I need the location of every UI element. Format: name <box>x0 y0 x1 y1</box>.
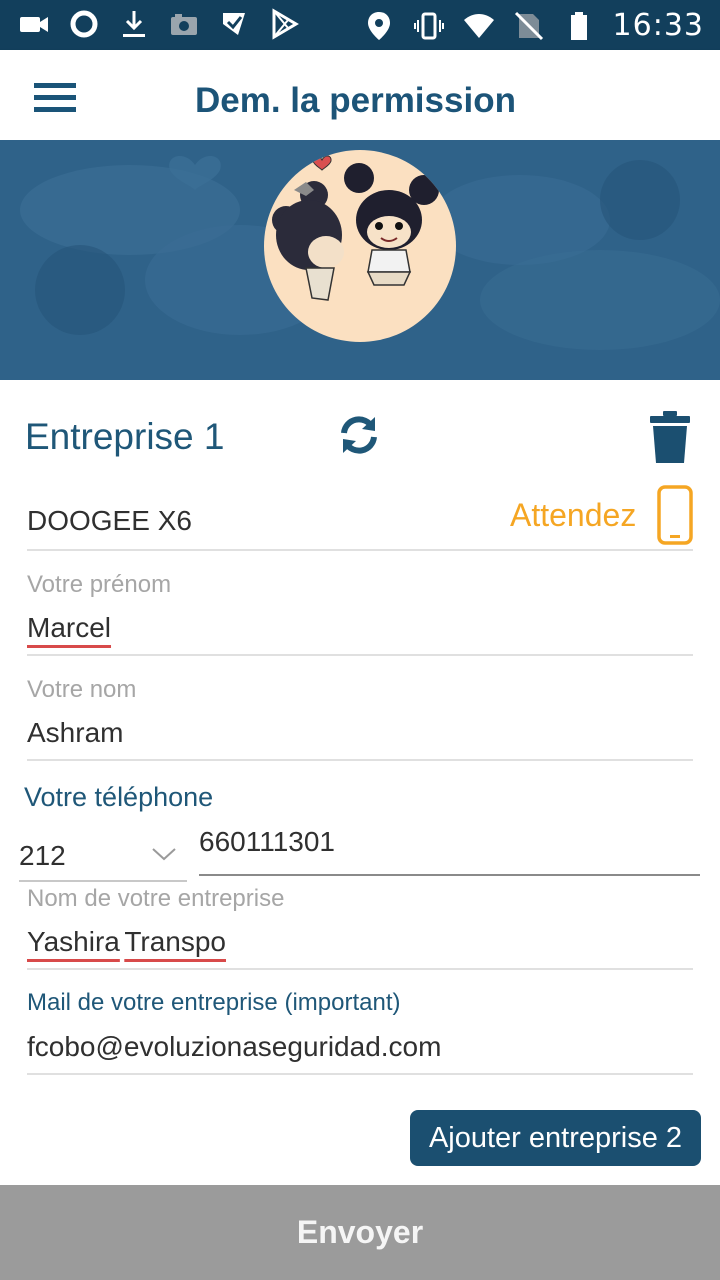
trash-icon[interactable] <box>650 410 690 464</box>
company-name-label: Nom de votre entreprise <box>27 885 285 912</box>
send-button[interactable]: Envoyer <box>0 1185 720 1280</box>
system-icons: 16:33 <box>363 8 704 43</box>
first-name-value: Marcel <box>27 612 112 643</box>
company-name-word2: Transpo <box>124 926 226 957</box>
vibrate-icon <box>413 12 444 39</box>
phone-number-value: 660111301 <box>199 826 335 857</box>
last-name-field[interactable]: Ashram <box>27 717 693 761</box>
chevron-down-icon <box>152 848 176 861</box>
avatar[interactable] <box>264 150 456 342</box>
page-title: Dem. la permission <box>195 81 516 120</box>
smartphone-icon <box>657 485 693 545</box>
phone-number-field[interactable]: 660111301 <box>199 826 700 876</box>
country-code-select[interactable]: 212 <box>19 836 187 882</box>
camera-icon <box>171 14 197 35</box>
last-name-value: Ashram <box>27 717 124 748</box>
wifi-icon <box>463 13 494 38</box>
company-email-field[interactable]: fcobo@evoluzionaseguridad.com <box>27 1031 693 1075</box>
hamburger-menu-icon[interactable] <box>34 83 76 113</box>
device-name: DOOGEE X6 <box>27 505 192 536</box>
notification-icons <box>18 8 300 40</box>
last-name-label: Votre nom <box>27 676 137 703</box>
battery-icon <box>570 11 587 40</box>
company-name-field[interactable]: Yashira Transpo <box>27 926 693 970</box>
status-time: 16:33 <box>612 8 704 43</box>
location-icon <box>367 11 390 40</box>
company-title: Entreprise 1 <box>25 416 225 457</box>
country-code-value: 212 <box>19 840 66 871</box>
no-sim-icon <box>514 11 543 40</box>
sync-circle-icon <box>70 10 98 38</box>
first-name-field[interactable]: Marcel <box>27 612 693 656</box>
profile-banner <box>0 140 720 380</box>
company-email-value: fcobo@evoluzionaseguridad.com <box>27 1031 442 1062</box>
add-company-button[interactable]: Ajouter entreprise 2 <box>410 1110 701 1166</box>
company-email-label: Mail de votre entreprise (important) <box>27 989 401 1016</box>
mickey-minnie-image <box>272 155 439 301</box>
download-icon <box>123 11 145 37</box>
play-store-icon <box>272 8 299 40</box>
refresh-icon[interactable] <box>337 413 381 457</box>
phone-label: Votre téléphone <box>24 782 214 812</box>
task-icon <box>223 13 245 35</box>
first-name-label: Votre prénom <box>27 571 172 598</box>
app-bar: Dem. la permission <box>0 50 720 140</box>
company-name-word1: Yashira <box>27 926 120 957</box>
status-bar: 16:33 <box>0 0 720 50</box>
device-status: Attendez <box>510 497 637 533</box>
video-icon <box>20 17 48 32</box>
